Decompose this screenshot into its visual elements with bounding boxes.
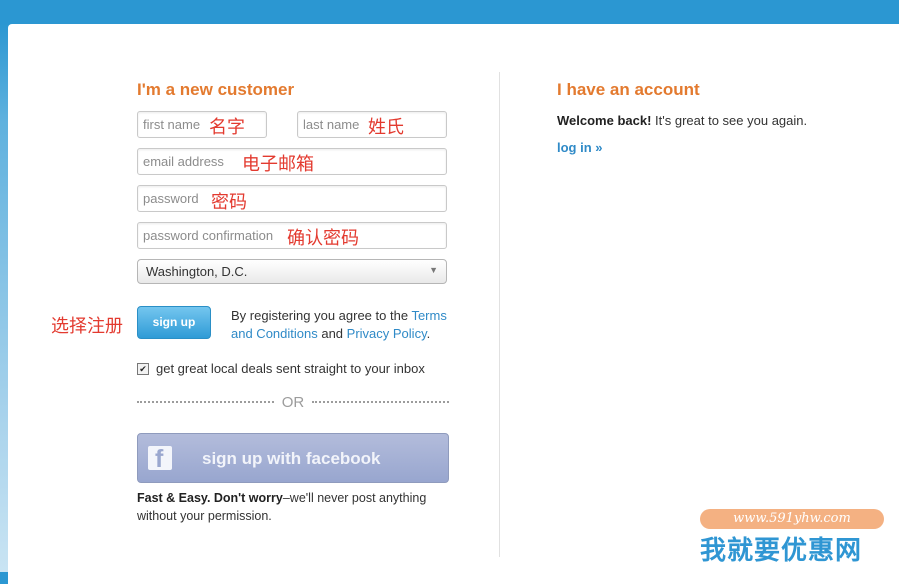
terms-suffix: . [426,326,431,341]
column-divider [499,72,500,557]
chevron-down-icon: ▼ [429,265,438,275]
facebook-privacy-note: Fast & Easy. Don't worry–we'll never pos… [137,489,449,525]
deals-label: get great local deals sent straight to y… [156,361,425,376]
first-name-input[interactable] [138,112,266,137]
password-field[interactable] [137,185,447,212]
account-heading: I have an account [557,80,700,99]
city-select-value: Washington, D.C. [146,264,248,279]
facebook-sign-up-label: sign up with facebook [202,449,381,468]
welcome-rest: It's great to see you again. [651,113,808,128]
city-select[interactable]: Washington, D.C. ▼ [137,259,447,284]
divider-line-right [312,401,449,403]
first-name-field[interactable] [137,111,267,138]
deals-checkbox[interactable]: ✔ [137,362,149,375]
new-customer-heading: I'm a new customer [137,80,295,99]
annotation-email: 电子邮箱 [242,154,314,175]
new-customer-section: I'm a new customer 名字 姓氏 电子邮箱 密码 确认密码 Wa… [51,80,449,523]
terms-and: and [317,326,347,341]
terms-prefix: By registering you agree to the [231,308,412,323]
fast-easy-bold: Fast & Easy. Don't worry [137,491,283,505]
annotation-password: 密码 [211,192,247,213]
facebook-icon: f [148,445,172,473]
annotation-last-name: 姓氏 [368,117,404,138]
watermark-url: www.591yhw.com [700,509,884,529]
welcome-bold: Welcome back! [557,113,652,128]
annotation-sign-up: 选择注册 [51,316,123,337]
sign-up-button[interactable]: sign up [137,306,211,339]
annotation-password-confirmation: 确认密码 [287,228,359,249]
watermark-site-name: 我就要优惠网 [700,536,863,566]
log-in-link[interactable]: log in » [557,140,603,155]
or-divider: OR [137,393,449,411]
existing-account-section: I have an account Welcome back! It's gre… [557,80,877,155]
or-label: OR [281,393,305,411]
password-input[interactable] [138,186,446,211]
facebook-sign-up-button[interactable]: f sign up with facebook [137,433,449,483]
divider-line-left [137,401,274,403]
annotation-first-name: 名字 [209,117,245,138]
deals-opt-in[interactable]: ✔ get great local deals sent straight to… [137,361,425,376]
privacy-policy-link[interactable]: Privacy Policy [347,326,427,341]
welcome-back-text: Welcome back! It's great to see you agai… [557,113,807,128]
terms-notice: By registering you agree to the Terms an… [231,307,457,343]
